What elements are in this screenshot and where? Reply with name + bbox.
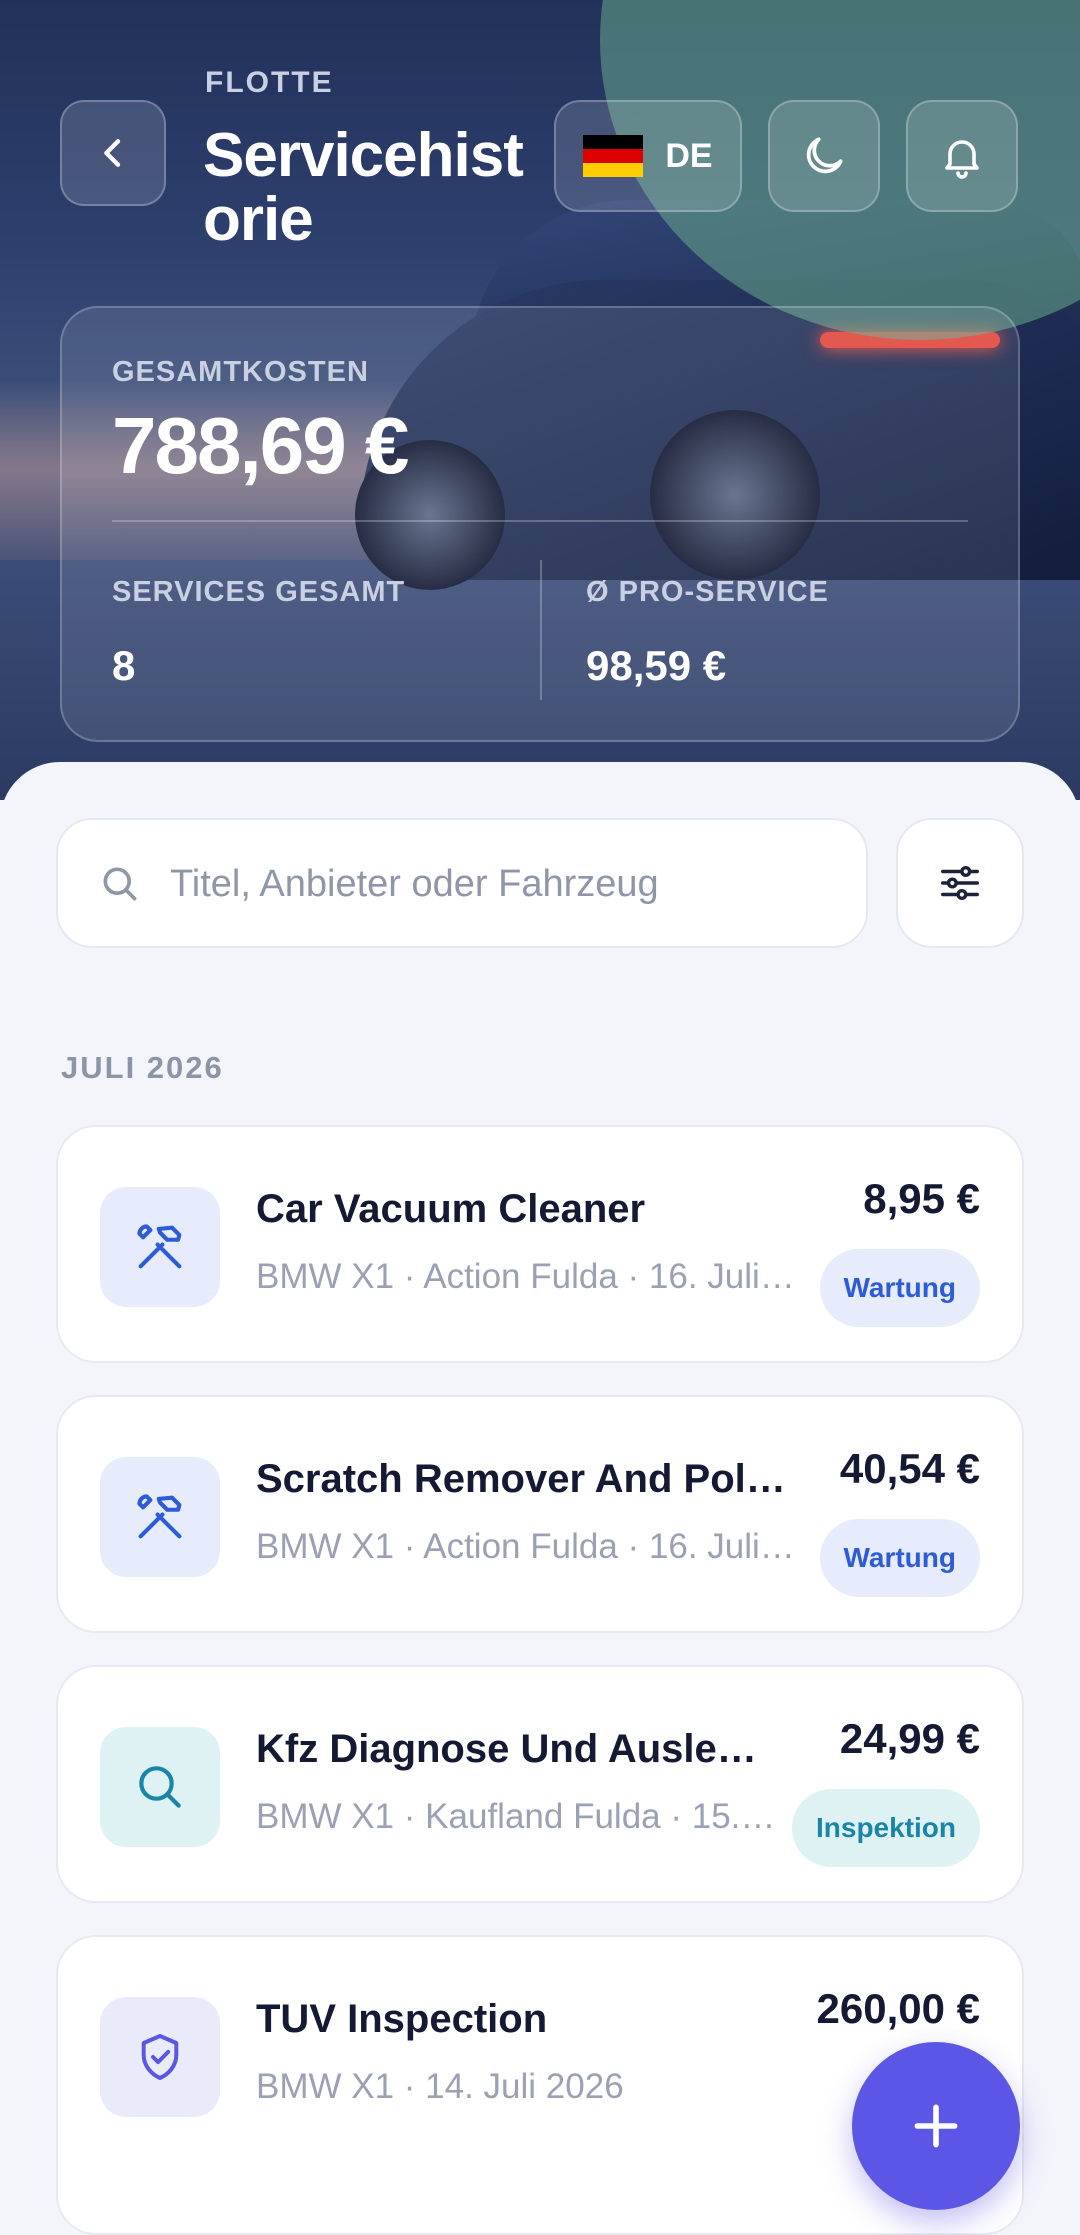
search-icon (139, 1766, 181, 1808)
search-icon (103, 867, 137, 901)
category-badge: Wartung (819, 1249, 980, 1327)
language-code: DE (665, 136, 713, 175)
stats-card: GESAMTKOSTEN 788,69 € SERVICES GESAMT 8 … (60, 306, 1020, 742)
service-price: 260,00 € (816, 1985, 981, 2032)
plus-icon (914, 2104, 958, 2148)
page-title: Servicehistorie (203, 121, 524, 254)
wrench-hammer-icon (137, 1224, 182, 1269)
wrench-hammer-icon (137, 1494, 182, 1539)
stats-divider (112, 520, 968, 522)
service-icon-box (100, 1187, 220, 1307)
service-subtitle: BMW X1 · Action Fulda · 16. Juli 2026 (256, 1257, 796, 1296)
chevron-left-icon (104, 139, 121, 167)
month-group-heading: JULI 2026 (61, 1050, 224, 1085)
service-card[interactable]: Scratch Remover And Polish BMW X1 · Acti… (56, 1395, 1024, 1633)
page-overline: FLOTTE (205, 66, 334, 99)
search-input[interactable] (168, 848, 832, 920)
notifications-button[interactable] (906, 100, 1018, 212)
moon-icon (806, 137, 843, 174)
stats-vertical-divider (540, 560, 542, 700)
category-badge: Wartung (819, 1519, 980, 1597)
bell-icon (945, 140, 979, 179)
back-button[interactable] (60, 100, 166, 206)
dark-mode-toggle[interactable] (768, 100, 880, 212)
service-icon-box (100, 1997, 220, 2117)
category-badge: Inspektion (791, 1789, 980, 1867)
shield-check-icon (141, 2034, 179, 2080)
service-price: 8,95 € (863, 1175, 980, 1222)
service-icon-box (100, 1727, 220, 1847)
add-service-button[interactable] (852, 2042, 1020, 2210)
service-card[interactable]: Kfz Diagnose Und Auslesen BMW X1 · Kaufl… (56, 1665, 1024, 1903)
service-card[interactable]: Car Vacuum Cleaner BMW X1 · Action Fulda… (56, 1125, 1024, 1363)
language-switcher[interactable]: DE (554, 100, 742, 212)
service-title: Car Vacuum Cleaner (256, 1187, 646, 1231)
service-subtitle: BMW X1 · 14. Juli 2026 (256, 2067, 624, 2106)
average-cost-value: 98,59 € (586, 642, 727, 689)
service-title: Kfz Diagnose Und Auslesen (256, 1727, 776, 1771)
service-subtitle: BMW X1 · Action Fulda · 16. Juli 2026 (256, 1527, 796, 1566)
service-subtitle: BMW X1 · Kaufland Fulda · 15. Juli 2026 (256, 1797, 776, 1836)
search-bar[interactable] (56, 818, 868, 948)
service-price: 40,54 € (839, 1445, 980, 1492)
filter-button[interactable] (896, 818, 1024, 948)
services-count-value: 8 (112, 642, 136, 689)
services-count-label: SERVICES GESAMT (112, 576, 406, 608)
german-flag-icon (583, 135, 644, 177)
service-title: Scratch Remover And Polish (256, 1457, 796, 1501)
average-cost-label: Ø PRO-SERVICE (586, 576, 829, 608)
service-icon-box (100, 1457, 220, 1577)
service-title: TUV Inspection (256, 1997, 548, 2041)
total-cost-value: 788,69 € (112, 401, 409, 490)
service-price: 24,99 € (839, 1715, 980, 1762)
sliders-icon (941, 865, 979, 901)
total-cost-label: GESAMTKOSTEN (112, 356, 369, 388)
